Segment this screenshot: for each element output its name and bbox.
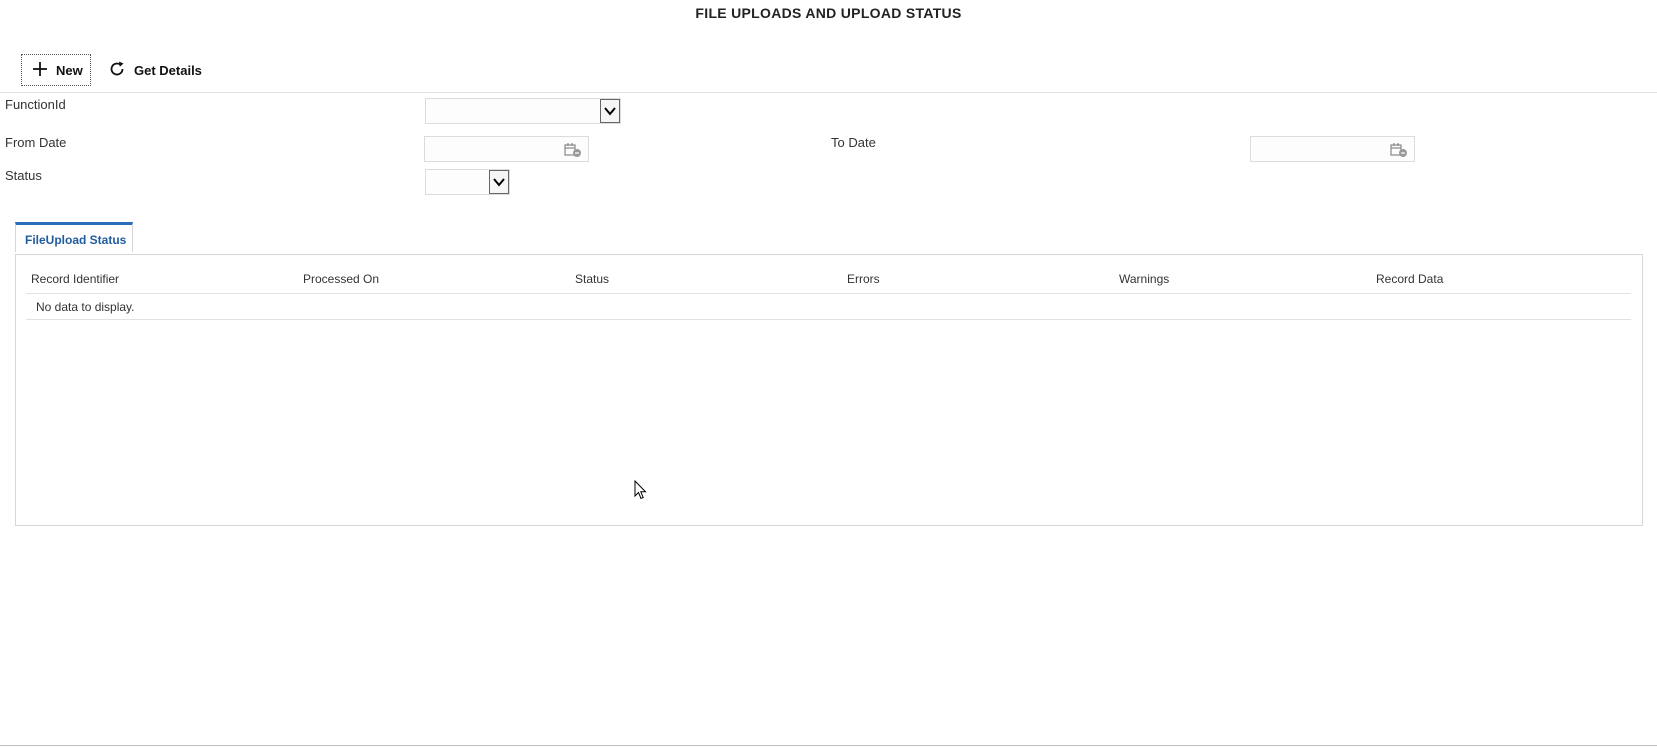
page-title: FILE UPLOADS AND UPLOAD STATUS xyxy=(695,5,962,21)
column-header-warnings[interactable]: Warnings xyxy=(1119,272,1169,286)
new-button[interactable]: New xyxy=(21,54,91,86)
status-select[interactable] xyxy=(425,169,510,195)
column-header-errors[interactable]: Errors xyxy=(847,272,880,286)
get-details-button-label: Get Details xyxy=(134,62,202,78)
to-date-label: To Date xyxy=(831,135,876,150)
grid-header: Record Identifier Processed On Status Er… xyxy=(26,269,1631,294)
empty-row: No data to display. xyxy=(26,295,1631,320)
column-header-record-identifier[interactable]: Record Identifier xyxy=(31,272,119,286)
chevron-down-icon[interactable] xyxy=(489,170,509,194)
fileupload-status-panel: Record Identifier Processed On Status Er… xyxy=(15,254,1643,526)
bottom-divider xyxy=(0,745,1657,746)
new-button-label: New xyxy=(56,62,83,78)
toolbar: New Get Details xyxy=(0,54,1657,93)
from-date-input[interactable] xyxy=(424,136,589,162)
column-header-status[interactable]: Status xyxy=(575,272,609,286)
column-header-processed-on[interactable]: Processed On xyxy=(303,272,379,286)
page: FILE UPLOADS AND UPLOAD STATUS New Get D… xyxy=(0,0,1657,747)
plus-icon xyxy=(32,61,56,80)
column-header-record-data[interactable]: Record Data xyxy=(1376,272,1443,286)
status-label: Status xyxy=(5,168,42,183)
calendar-icon[interactable] xyxy=(1390,142,1408,161)
calendar-icon[interactable] xyxy=(564,142,582,161)
empty-message: No data to display. xyxy=(36,300,135,314)
to-date-input[interactable] xyxy=(1250,136,1415,162)
function-id-select[interactable] xyxy=(425,98,621,124)
get-details-button[interactable]: Get Details xyxy=(106,54,202,86)
chevron-down-icon[interactable] xyxy=(600,99,620,123)
refresh-icon xyxy=(108,60,134,81)
function-id-label: FunctionId xyxy=(5,97,66,112)
tab-fileupload-status[interactable]: FileUpload Status xyxy=(15,222,133,252)
mouse-cursor-icon xyxy=(634,479,648,503)
from-date-label: From Date xyxy=(5,135,67,150)
